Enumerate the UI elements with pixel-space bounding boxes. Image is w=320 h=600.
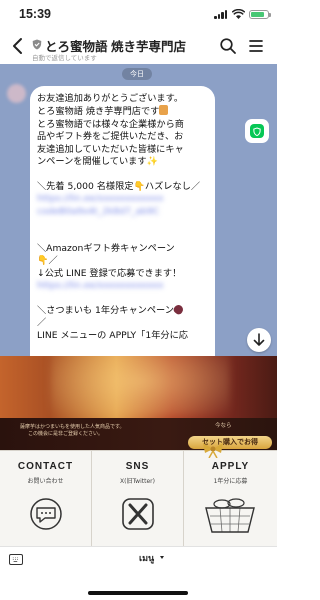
- message-line: 品やギフト券をご提供いただき、お: [37, 131, 184, 143]
- ribbon-bow-icon: [203, 443, 223, 458]
- sparkle-emoji-icon: ✨: [146, 156, 158, 168]
- status-bar: 15:39: [0, 0, 277, 30]
- menu-sns[interactable]: SNS X(旧Twitter): [92, 451, 184, 547]
- message-line: とろ蜜物語では様々な企業様から商: [37, 118, 184, 130]
- arrow-down-icon: [253, 333, 265, 346]
- home-indicator: [88, 591, 188, 595]
- x-logo-icon: [122, 498, 154, 530]
- keyboard-icon[interactable]: [9, 554, 23, 565]
- promo-banner[interactable]: 薩摩芋はかつまいもを使用した人気商品です。 この機会に是非ご登録ください。 今な…: [0, 356, 277, 450]
- battery-icon: [249, 10, 271, 19]
- blurred-link[interactable]: https://lin.ee/xxxxxxxxxxxx: [37, 280, 208, 292]
- gift-emoji-icon: [159, 105, 169, 116]
- chat-bubble-icon: [30, 498, 62, 530]
- wifi-icon: [232, 9, 245, 19]
- pointing-hand-emoji-icon: 👇: [37, 255, 49, 267]
- menu-icon[interactable]: [247, 37, 265, 55]
- blurred-link[interactable]: codeB0a9x4t_2k8d7_ab9C: [37, 206, 208, 218]
- chat-area[interactable]: 今日 お友達追加ありがとうございます。 とろ蜜物語 焼き芋専門店です とろ蜜物語…: [0, 64, 277, 356]
- menu-subtitle: お問い合わせ: [27, 478, 64, 485]
- chat-header: とろ蜜物語 焼き芋専門店 自動で返信しています: [0, 30, 277, 64]
- keep-memo-button[interactable]: [245, 119, 269, 143]
- cellular-signal-icon: [214, 10, 227, 19]
- menu-contact[interactable]: CONTACT お問い合わせ: [0, 451, 92, 547]
- blurred-link[interactable]: https://lin.ee/xxxxxxxxxxxx: [37, 193, 208, 205]
- menu-title: CONTACT: [17, 461, 74, 472]
- menu-subtitle: 1年分に応募: [213, 478, 248, 485]
- message-line: ↓公式 LINE 登録で応募できます！: [37, 267, 182, 279]
- menu-title: APPLY: [211, 461, 250, 472]
- back-arrow-icon[interactable]: [10, 36, 26, 56]
- message-line: ＼先着 5,000 名様限定👇ハズレなし／: [37, 180, 201, 192]
- message-line: 友達追加していただいた皆様にキャ: [37, 143, 184, 155]
- menu-apply[interactable]: APPLY 1年分に応募: [184, 451, 277, 547]
- avatar[interactable]: [7, 84, 26, 103]
- gift-box-icon: [205, 498, 255, 533]
- message-line: お友達追加ありがとうございます。: [37, 93, 184, 104]
- message-line: LINE メニューの APPLY「1年分に応: [37, 329, 188, 341]
- menu-subtitle: X(旧Twitter): [120, 478, 155, 485]
- banner-caption: 今なら: [215, 423, 232, 429]
- rich-menu: CONTACT お問い合わせ SNS X(旧Twitter) APPLY 1年分…: [0, 450, 277, 547]
- message-line: ンペーンを開催しています✨: [37, 156, 158, 168]
- date-chip: 今日: [122, 68, 152, 80]
- shield-check-icon: [250, 124, 264, 138]
- message-bubble[interactable]: お友達追加ありがとうございます。 とろ蜜物語 焼き芋専門店です とろ蜜物語では様…: [30, 86, 215, 356]
- banner-text: 薩摩芋はかつまいもを使用した人気商品です。: [20, 424, 125, 430]
- chevron-down-icon[interactable]: [160, 556, 164, 559]
- verified-shield-icon: [32, 39, 42, 50]
- message-line: ／: [37, 317, 47, 329]
- scroll-down-button[interactable]: [247, 328, 271, 352]
- auto-reply-note: 自動で返信しています: [32, 54, 97, 62]
- rich-menu-toggle[interactable]: เมนู: [139, 551, 154, 565]
- bottom-bar: เมนู: [0, 546, 277, 600]
- status-time: 15:39: [19, 7, 51, 21]
- pointing-hand-emoji-icon: 👇: [133, 180, 145, 192]
- banner-text: この機会に是非ご登録ください。: [28, 431, 104, 437]
- message-line: ＼Amazonギフト券キャンペーン: [37, 242, 175, 254]
- sweet-potato-emoji-icon: [172, 303, 185, 316]
- menu-title: SNS: [125, 461, 150, 472]
- message-line: 👇／: [37, 255, 58, 267]
- message-line: とろ蜜物語 焼き芋専門店です: [37, 105, 208, 118]
- search-icon[interactable]: [219, 37, 237, 55]
- message-line: ＼さつまいも 1年分キャンペーン: [37, 303, 208, 317]
